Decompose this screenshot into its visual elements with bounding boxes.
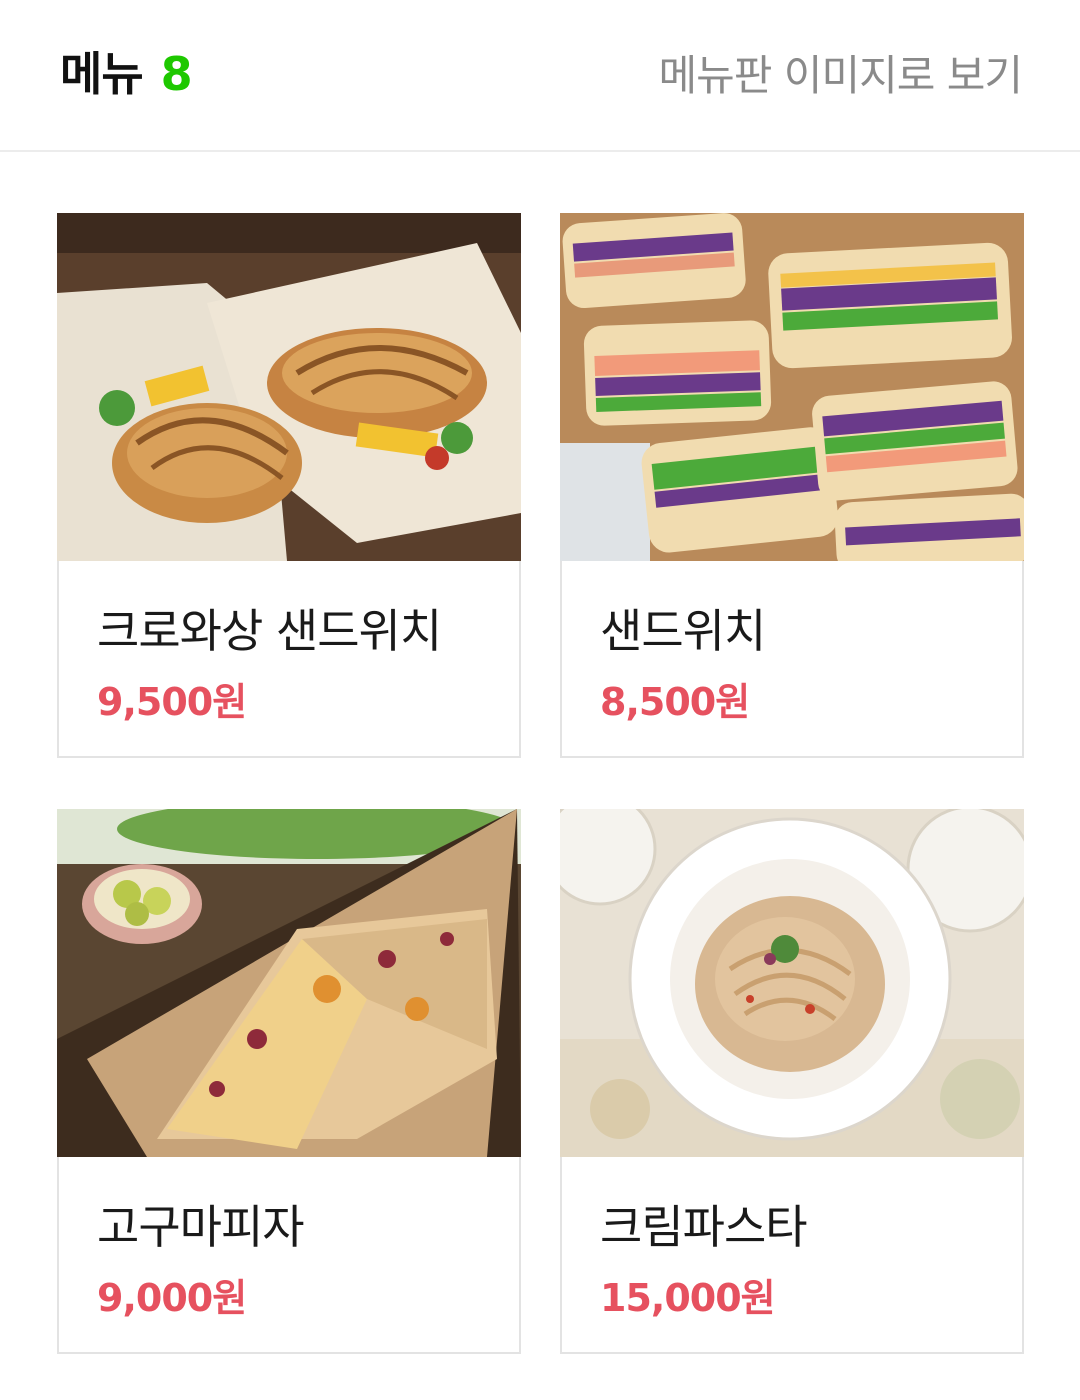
menu-card[interactable]: 크림파스타 15,000원	[560, 809, 1024, 1354]
menu-item-name: 샌드위치	[600, 604, 766, 658]
menu-title-label: 메뉴	[60, 47, 144, 101]
cream-pasta-photo	[560, 809, 1024, 1157]
menu-card[interactable]: 샌드위치 8,500원	[560, 213, 1024, 758]
menu-item-price: 9,000원	[97, 1276, 247, 1320]
menu-item-price: 8,500원	[600, 680, 750, 724]
menu-title: 메뉴 8	[60, 38, 193, 104]
menu-card[interactable]: 고구마피자 9,000원	[57, 809, 521, 1354]
menu-header: 메뉴 8 메뉴판 이미지로 보기	[0, 0, 1080, 152]
menu-item-name: 크림파스타	[600, 1200, 808, 1254]
sweet-potato-pizza-photo	[57, 809, 521, 1157]
menu-item-price: 9,500원	[97, 680, 247, 724]
menu-item-name: 고구마피자	[97, 1200, 305, 1254]
menu-count: 8	[160, 47, 193, 101]
croissant-sandwich-photo	[57, 213, 521, 561]
menu-item-name: 크로와상 샌드위치	[97, 604, 442, 658]
menu-card[interactable]: 크로와상 샌드위치 9,500원	[57, 213, 521, 758]
menu-item-price: 15,000원	[600, 1276, 776, 1320]
sandwich-photo	[560, 213, 1024, 561]
view-menu-image-link[interactable]: 메뉴판 이미지로 보기	[659, 42, 1023, 103]
